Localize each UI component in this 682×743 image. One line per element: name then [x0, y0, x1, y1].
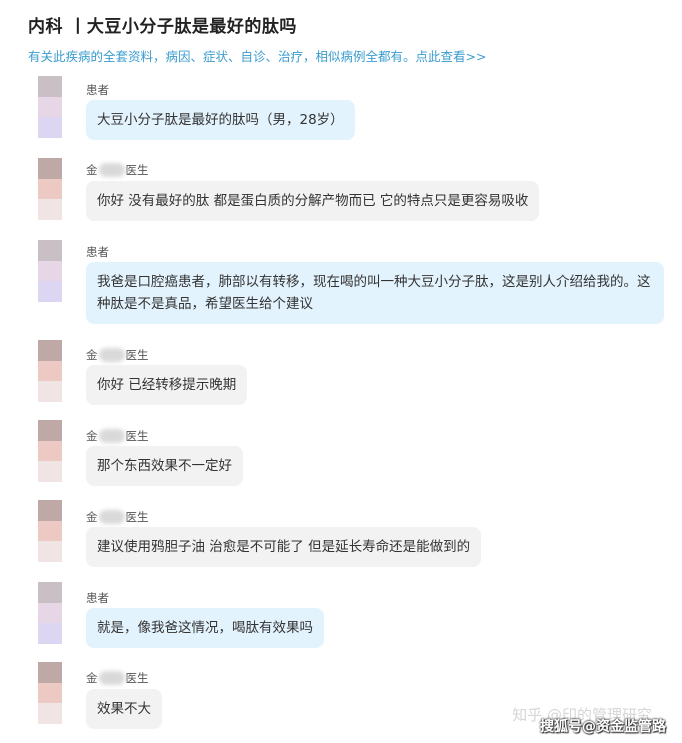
sender-name: 金 医生 — [86, 347, 149, 363]
sender-name-suffix: 医生 — [125, 510, 149, 524]
sender-name-suffix: 医生 — [125, 671, 149, 685]
sender-name-prefix: 金 — [86, 348, 98, 362]
sender-name: 患者 — [86, 83, 109, 97]
patient-message-bubble: 就是，像我爸这情况，喝肽有效果吗 — [86, 608, 324, 648]
sender-name-prefix: 金 — [86, 429, 98, 443]
doctor-message-bubble: 效果不大 — [86, 689, 162, 729]
sender-name: 金 医生 — [86, 670, 149, 686]
patient-avatar — [38, 582, 62, 645]
doctor-message-bubble: 那个东西效果不一定好 — [86, 446, 243, 486]
related-info-link[interactable]: 有关此疾病的全套资料，病因、症状、自诊、治疗，相似病例全都有。点此查看>> — [28, 46, 486, 65]
doctor-message-bubble: 你好 没有最好的肽 都是蛋白质的分解产物而已 它的特点只是更容易吸收 — [86, 181, 540, 221]
sender-name-suffix: 医生 — [125, 163, 149, 177]
patient-message-bubble: 我爸是口腔癌患者，肺部以有转移，现在喝的叫一种大豆小分子肽，这是别人介绍给我的。… — [86, 262, 664, 324]
patient-avatar — [38, 240, 62, 303]
sender-name-prefix: 金 — [86, 163, 98, 177]
sender-name-suffix: 医生 — [125, 348, 149, 362]
sohu-watermark: 搜狐号@资金监管路 — [540, 719, 666, 735]
sender-name-prefix: 金 — [86, 510, 98, 524]
doctor-avatar — [38, 340, 62, 403]
doctor-avatar — [38, 158, 62, 221]
redacted-name — [98, 510, 125, 524]
patient-avatar — [38, 76, 62, 139]
redacted-name — [98, 671, 125, 685]
patient-message-bubble: 大豆小分子肽是最好的肽吗（男，28岁） — [86, 100, 355, 140]
sender-name-suffix: 医生 — [125, 429, 149, 443]
doctor-message-bubble: 你好 已经转移提示晚期 — [86, 365, 248, 405]
redacted-name — [98, 163, 125, 177]
sender-name: 患者 — [86, 245, 109, 259]
sender-name: 金 医生 — [86, 162, 149, 178]
redacted-name — [98, 348, 125, 362]
sender-name: 患者 — [86, 591, 109, 605]
sender-name: 金 医生 — [86, 509, 149, 525]
sender-name-prefix: 金 — [86, 671, 98, 685]
doctor-avatar — [38, 420, 62, 483]
redacted-name — [98, 429, 125, 443]
doctor-avatar — [38, 500, 62, 563]
page-title: 内科 丨大豆小分子肽是最好的肽吗 — [28, 17, 297, 37]
doctor-message-bubble: 建议使用鸦胆子油 治愈是不可能了 但是延长寿命还是能做到的 — [86, 527, 482, 567]
sender-name: 金 医生 — [86, 428, 149, 444]
doctor-avatar — [38, 662, 62, 725]
